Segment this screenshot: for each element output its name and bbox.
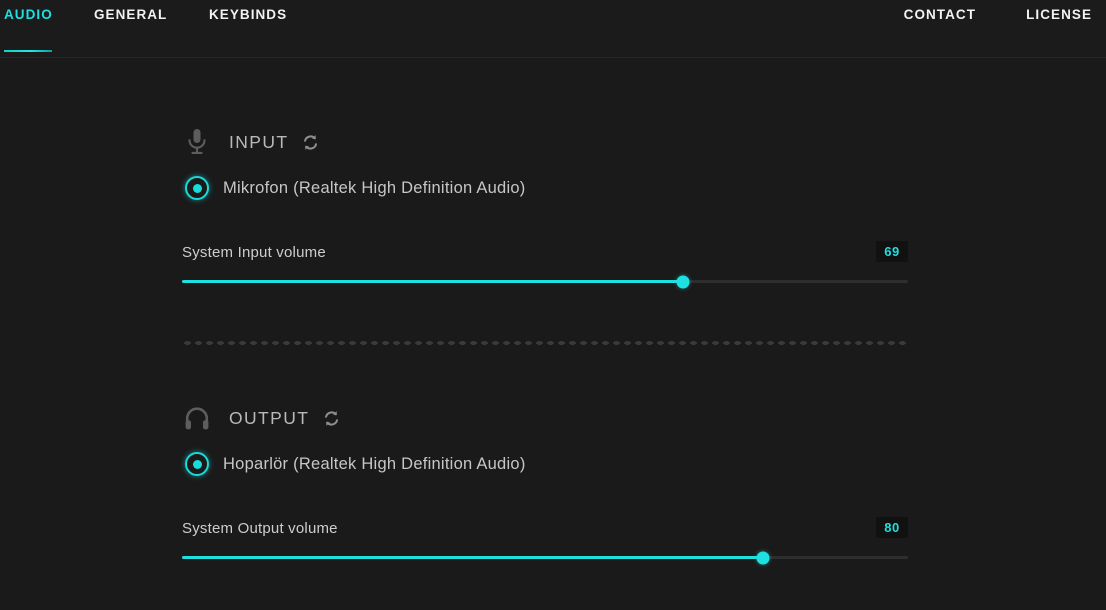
input-device-option[interactable]: Mikrofon (Realtek High Definition Audio) [185,176,526,200]
input-volume-slider[interactable] [182,275,908,288]
input-volume-header: System Input volume 69 [182,241,908,266]
input-section-header: INPUT [182,122,322,162]
output-volume-control: System Output volume 80 [182,517,908,564]
radio-dot [192,183,202,193]
output-volume-header: System Output volume 80 [182,517,908,542]
input-section-title: INPUT [229,131,289,152]
tab-general[interactable]: GENERAL [94,7,167,22]
radio-selected-icon[interactable] [185,452,209,476]
nav-license[interactable]: LICENSE [1026,7,1092,22]
output-volume-value: 80 [876,517,908,538]
active-tab-indicator [4,50,52,52]
settings-content: INPUT Mikrofon (Realtek High Definition … [0,58,1106,610]
nav-contact[interactable]: CONTACT [904,7,976,22]
radio-dot [192,459,202,469]
section-divider [182,340,908,346]
output-volume-slider[interactable] [182,551,908,564]
input-volume-label: System Input volume [182,244,326,261]
radio-selected-icon[interactable] [185,176,209,200]
tab-audio[interactable]: AUDIO [4,7,53,22]
input-device-label: Mikrofon (Realtek High Definition Audio) [223,178,526,197]
output-device-option[interactable]: Hoparlör (Realtek High Definition Audio) [185,452,526,476]
input-volume-control: System Input volume 69 [182,241,908,288]
headphones-icon [176,398,218,438]
output-device-label: Hoparlör (Realtek High Definition Audio) [223,454,526,473]
input-volume-thumb[interactable] [676,275,690,288]
microphone-icon [176,122,218,162]
output-volume-fill [182,556,763,559]
input-volume-value: 69 [876,241,908,262]
input-volume-fill [182,280,683,283]
refresh-icon[interactable] [300,131,322,153]
output-section-header: OUTPUT [182,398,342,438]
output-volume-label: System Output volume [182,520,338,537]
top-navigation-bar: AUDIO GENERAL KEYBINDS CONTACT LICENSE [0,0,1106,58]
tab-keybinds[interactable]: KEYBINDS [209,7,287,22]
output-volume-thumb[interactable] [756,551,770,564]
refresh-icon[interactable] [320,407,342,429]
output-section-title: OUTPUT [229,407,310,428]
